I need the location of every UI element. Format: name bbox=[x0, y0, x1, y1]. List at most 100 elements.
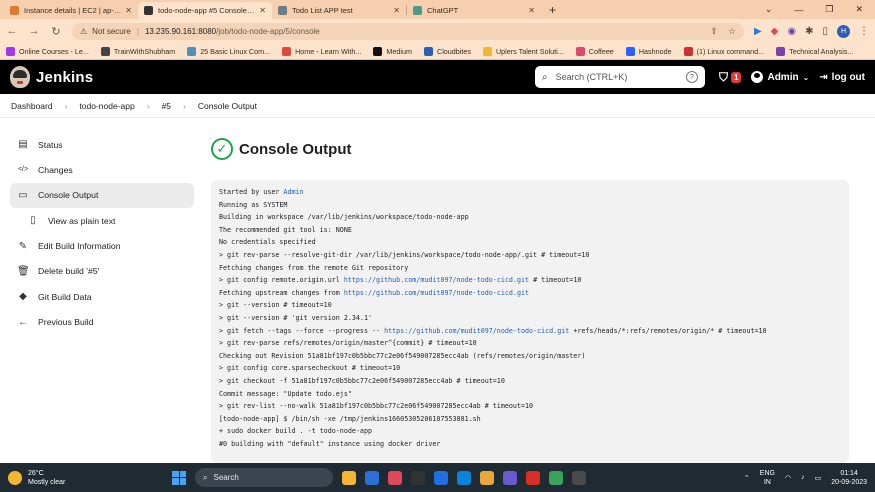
close-tab-icon[interactable]: ✕ bbox=[125, 6, 132, 15]
close-window-icon[interactable]: ✕ bbox=[855, 4, 863, 15]
weather-condition: Mostly clear bbox=[28, 478, 66, 486]
taskbar-search[interactable]: ⌕ Search bbox=[195, 468, 333, 487]
bookmark-item[interactable]: TrainWithShubham bbox=[100, 46, 176, 56]
console-line: Fetching changes from the remote Git rep… bbox=[219, 262, 841, 275]
sidebar-item[interactable]: ← Previous Build bbox=[10, 310, 194, 335]
battery-icon[interactable]: ▭ bbox=[815, 474, 822, 482]
taskbar-app-icon[interactable] bbox=[388, 470, 402, 485]
extension-icon[interactable]: ◆ bbox=[771, 26, 779, 37]
bookmark-label: Hashnode bbox=[638, 46, 672, 56]
taskbar-app-icon[interactable] bbox=[572, 470, 586, 485]
extensions-area: ▶ ◆ ◉ ✱ ▯ H ⋮ bbox=[754, 24, 869, 38]
browser-tab[interactable]: Instance details | EC2 | ap-south✕ bbox=[4, 2, 138, 19]
reload-icon[interactable]: ↻ bbox=[50, 25, 62, 38]
user-menu[interactable]: Admin ⌄ bbox=[751, 71, 809, 83]
start-button[interactable] bbox=[172, 470, 186, 485]
taskbar-app-icon[interactable] bbox=[342, 470, 356, 485]
browser-tab[interactable]: Todo List APP test ✕ bbox=[272, 2, 406, 19]
jenkins-home-link[interactable]: Jenkins bbox=[10, 66, 93, 88]
browser-menu-icon[interactable]: ⋮ bbox=[859, 26, 869, 37]
bookmark-label: Cloudbites bbox=[437, 46, 471, 56]
share-icon[interactable]: ⇪ bbox=[710, 26, 718, 37]
console-text: Fetching upstream changes from bbox=[219, 288, 344, 297]
console-link[interactable]: https://github.com/mudit097/node-todo-ci… bbox=[344, 276, 529, 284]
close-tab-icon[interactable]: ✕ bbox=[393, 6, 400, 15]
bookmark-item[interactable]: Coffeee bbox=[575, 46, 614, 56]
taskbar-app-icon[interactable] bbox=[434, 470, 448, 485]
breadcrumb-item[interactable]: todo-node-app bbox=[79, 101, 134, 111]
taskbar-app-icon[interactable] bbox=[549, 470, 563, 485]
puzzle-icon[interactable]: ✱ bbox=[805, 26, 813, 37]
console-text: Building in workspace /var/lib/jenkins/w… bbox=[219, 213, 469, 222]
new-tab-button[interactable]: + bbox=[541, 3, 564, 17]
console-link[interactable]: https://github.com/mudit097/node-todo-ci… bbox=[384, 327, 569, 335]
bookmark-star-icon[interactable]: ☆ bbox=[728, 26, 736, 37]
tray-overflow-icon[interactable]: ⌃ bbox=[744, 474, 750, 482]
help-icon[interactable]: ? bbox=[686, 71, 698, 83]
logout-link[interactable]: ⇥ log out bbox=[819, 72, 865, 83]
minimize-icon[interactable]: — bbox=[794, 5, 803, 15]
favicon-icon bbox=[278, 6, 287, 15]
url-path: /job/todo-node-app/5/console bbox=[216, 26, 320, 36]
console-text: > git rev-parse refs/remotes/origin/mast… bbox=[219, 339, 477, 348]
url-input[interactable]: ⚠ Not secure | 13.235.90.161:8080 /job/t… bbox=[72, 22, 744, 40]
volume-icon[interactable]: ♪ bbox=[801, 474, 805, 481]
browser-tab[interactable]: todo-node-app #5 Console [Jenk ✕ bbox=[138, 2, 272, 19]
console-link[interactable]: Admin bbox=[283, 188, 303, 196]
close-tab-icon[interactable]: ✕ bbox=[259, 6, 266, 15]
browser-tab[interactable]: ChatGPT ✕ bbox=[407, 2, 541, 19]
taskbar-app-icon[interactable] bbox=[365, 470, 379, 485]
sidepanel-icon[interactable]: ▯ bbox=[822, 26, 828, 37]
sidebar-item[interactable]: 🗑 Delete build '#5' bbox=[10, 259, 194, 284]
taskbar-app-icon[interactable] bbox=[411, 470, 425, 485]
close-tab-icon[interactable]: ✕ bbox=[528, 6, 535, 15]
bookmark-label: TrainWithShubham bbox=[113, 46, 176, 56]
extension-icon[interactable]: ▶ bbox=[754, 26, 762, 37]
bookmark-item[interactable]: Hashnode bbox=[625, 46, 672, 56]
bookmark-item[interactable]: 25 Basic Linux Com... bbox=[187, 46, 270, 56]
taskbar-app-icon[interactable] bbox=[457, 470, 471, 485]
bookmark-item[interactable]: Online Courses - Le... bbox=[6, 46, 89, 56]
breadcrumb-item[interactable]: Dashboard bbox=[11, 101, 53, 111]
sidebar-item-label: Changes bbox=[38, 164, 73, 175]
console-text: # timeout=10 bbox=[529, 276, 582, 285]
window-controls: ⌄ — ❐ ✕ bbox=[765, 0, 875, 19]
taskbar-app-icon[interactable] bbox=[503, 470, 517, 485]
wifi-icon[interactable]: ◠ bbox=[785, 474, 791, 482]
tab-search-icon[interactable]: ⌄ bbox=[765, 4, 773, 15]
sidebar-item[interactable]: ▯ View as plain text bbox=[10, 208, 194, 233]
sidebar-item[interactable]: </> Changes bbox=[10, 157, 194, 182]
bookmark-favicon-icon bbox=[282, 46, 292, 56]
sidebar-item[interactable]: ▭ Console Output bbox=[10, 182, 194, 208]
bookmark-item[interactable]: Medium bbox=[373, 46, 412, 56]
maximize-icon[interactable]: ❐ bbox=[825, 4, 833, 15]
bookmark-item[interactable]: Technical Analysis... bbox=[776, 46, 853, 56]
extension-icon[interactable]: ◉ bbox=[787, 26, 796, 37]
breadcrumb-item[interactable]: #5 bbox=[162, 101, 171, 111]
jenkins-search-input[interactable]: ⌕ Search (CTRL+K) ? bbox=[535, 66, 705, 88]
console-text: Commit message: "Update todo.ejs" bbox=[219, 389, 352, 398]
taskbar-app-icon[interactable] bbox=[526, 470, 540, 485]
breadcrumb-item[interactable]: Console Output bbox=[198, 101, 257, 111]
weather-widget[interactable]: 26°C Mostly clear bbox=[8, 469, 158, 487]
security-alert-button[interactable]: ⛉ 1 bbox=[719, 70, 742, 85]
clock[interactable]: 01:14 20-09-2023 bbox=[831, 469, 867, 487]
bookmark-item[interactable]: Cloudbites bbox=[424, 46, 471, 56]
sidebar-item[interactable]: ◆ Git Build Data bbox=[10, 284, 194, 309]
bookmark-item[interactable]: (1) Linux command... bbox=[683, 46, 764, 56]
bookmark-item[interactable]: Home - Learn With... bbox=[282, 46, 361, 56]
language-indicator[interactable]: ENG IN bbox=[760, 469, 775, 487]
sidebar-item[interactable]: ✎ Edit Build Information bbox=[10, 234, 194, 259]
profile-avatar[interactable]: H bbox=[837, 24, 850, 38]
console-link[interactable]: https://github.com/mudit097/node-todo-ci… bbox=[344, 289, 529, 297]
back-icon[interactable]: ← bbox=[6, 25, 18, 37]
bookmark-favicon-icon bbox=[373, 46, 383, 56]
bookmark-item[interactable]: Uplers Talent Soluti... bbox=[482, 46, 564, 56]
forward-icon[interactable]: → bbox=[28, 25, 40, 37]
sidebar-item-label: Console Output bbox=[38, 190, 99, 201]
console-text: [todo-node-app] $ /bin/sh -xe /tmp/jenki… bbox=[219, 414, 481, 423]
search-icon: ⌕ bbox=[203, 472, 208, 482]
sidebar-item-label: Status bbox=[38, 139, 63, 150]
taskbar-app-icon[interactable] bbox=[480, 470, 494, 485]
sidebar-item[interactable]: ▤ Status bbox=[10, 132, 194, 157]
